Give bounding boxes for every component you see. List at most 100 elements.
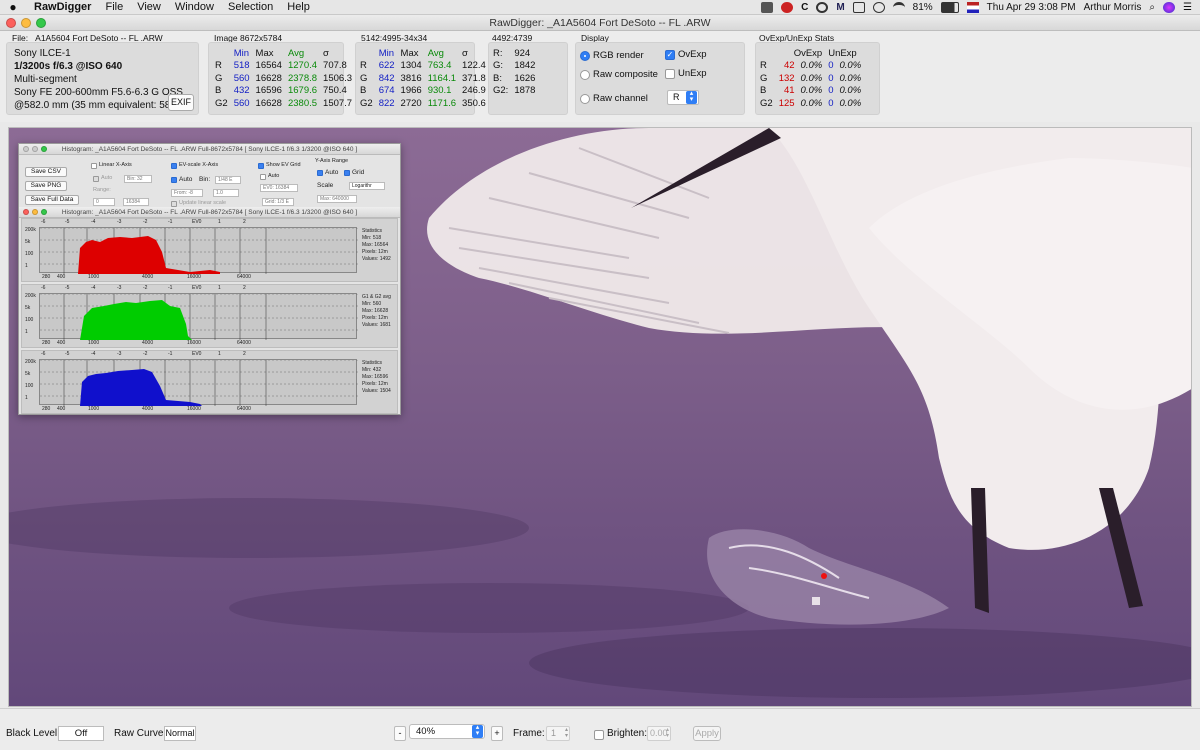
zoom-histogram-button[interactable] xyxy=(41,146,47,152)
x-axis-label: 280 xyxy=(42,274,51,280)
minimize-window-button[interactable] xyxy=(21,18,31,28)
ev-axis-label: EV0 xyxy=(192,351,202,357)
status-app-icon[interactable] xyxy=(761,2,774,13)
siri-icon[interactable] xyxy=(1163,2,1176,13)
histogram-window[interactable]: Histogram: _A1A5604 Fort DeSoto -- FL .A… xyxy=(18,143,401,415)
notification-center-icon[interactable]: ☰ xyxy=(1183,2,1192,13)
stat-cell: 122.4 xyxy=(462,60,486,72)
minimize-histogram-button[interactable] xyxy=(32,146,38,152)
save-csv-button[interactable]: Save CSV xyxy=(25,167,67,177)
ev-axis-label: -2 xyxy=(143,219,148,225)
apply-button[interactable]: Apply xyxy=(693,726,721,741)
stat-cell: 16564 xyxy=(255,60,282,72)
y-auto-checkbox[interactable] xyxy=(317,170,323,176)
water-splash xyxy=(707,529,949,625)
apple-menu-icon[interactable]: ● xyxy=(0,0,26,14)
ev-to-field[interactable]: 1.0 xyxy=(213,189,239,197)
airplay-icon[interactable] xyxy=(852,2,865,13)
linear-auto-checkbox[interactable] xyxy=(93,176,99,182)
x-axis-label: 64000 xyxy=(237,406,251,412)
scale-select[interactable]: Logarithr xyxy=(349,182,385,190)
menubar-clock[interactable]: Thu Apr 29 3:08 PM xyxy=(987,2,1076,13)
save-full-data-button[interactable]: Save Full Data xyxy=(25,195,79,205)
status-record-icon[interactable] xyxy=(781,2,794,13)
ovexp-checkbox[interactable]: ✓ xyxy=(665,50,675,60)
unexp-pct: 0.0% xyxy=(839,72,862,84)
raw-channel-select[interactable]: R ▴ ▾ xyxy=(667,90,699,105)
status-c-icon[interactable]: C xyxy=(801,2,808,13)
raw-channel-label[interactable]: Raw channel xyxy=(593,93,648,104)
ev-grid-auto-checkbox[interactable] xyxy=(260,174,266,180)
menu-selection[interactable]: Selection xyxy=(221,1,280,13)
raw-composite-radio[interactable] xyxy=(580,70,590,80)
frame-stepper[interactable]: 1 ▴ ▾ xyxy=(546,726,570,741)
menu-view[interactable]: View xyxy=(130,1,168,13)
selection-stats-panel: 5142:4995-34x34 Min Max Avg σ R 622 1304 763.4… xyxy=(355,31,486,122)
x-axis-label: 4000 xyxy=(142,406,154,412)
menubar-user[interactable]: Arthur Morris xyxy=(1084,2,1142,13)
ev-x-checkbox[interactable] xyxy=(171,163,177,169)
ovexp-label[interactable]: OvExp xyxy=(678,49,707,60)
y-max-field[interactable]: Max: 640000 xyxy=(317,195,357,203)
x-axis-label: 400 xyxy=(57,340,66,346)
brighten-stepper[interactable]: 0.00 ▴ ▾ xyxy=(647,726,671,741)
close-histogram2-button[interactable] xyxy=(23,209,29,215)
ev0-field[interactable]: EV0: 16384 xyxy=(260,184,298,192)
minimize-histogram2-button[interactable] xyxy=(32,209,38,215)
zoom-out-button[interactable]: - xyxy=(394,726,406,741)
stat-cell: 707.8 xyxy=(323,60,347,72)
ev-from-field[interactable]: From: -8 xyxy=(171,189,203,197)
raw-curve-select[interactable]: Normal xyxy=(164,726,196,741)
menu-window[interactable]: Window xyxy=(168,1,221,13)
stepper-arrows-icon: ▴ ▾ xyxy=(564,727,568,739)
close-window-button[interactable] xyxy=(6,18,16,28)
range-from-field[interactable]: 0 xyxy=(93,198,115,206)
zoom-window-button[interactable] xyxy=(36,18,46,28)
raw-channel-radio[interactable] xyxy=(580,94,590,104)
linear-x-checkbox[interactable] xyxy=(91,163,97,169)
raw-channel-value: R xyxy=(673,92,680,102)
flag-icon[interactable] xyxy=(966,2,979,13)
bin-select[interactable]: 1/48 E xyxy=(215,176,241,184)
zoom-in-button[interactable]: + xyxy=(491,726,503,741)
range-to-field[interactable]: 16384 xyxy=(123,198,149,206)
menu-help[interactable]: Help xyxy=(280,1,317,13)
close-histogram-button[interactable] xyxy=(23,146,29,152)
status-m-icon[interactable]: M xyxy=(836,2,844,13)
exif-button[interactable]: EXIF xyxy=(168,94,194,111)
grid-select[interactable]: Grid: 1/3 E xyxy=(262,198,294,206)
histogram-statistics: G1 & G2 avg Min: 560 Max: 16628 Pixels: … xyxy=(362,294,391,328)
window-title: RawDigger: _A1A5604 Fort DeSoto -- FL .A… xyxy=(489,17,711,29)
menu-app[interactable]: RawDigger xyxy=(26,1,98,13)
status-circle-icon[interactable] xyxy=(816,2,829,13)
ev-axis-label: -3 xyxy=(117,285,122,291)
histogram-titlebar-back[interactable]: Histogram: _A1A5604 Fort DeSoto -- FL .A… xyxy=(19,144,400,155)
zoom-select[interactable]: 40% ▴ ▾ xyxy=(409,724,485,739)
bin-label: Bin: xyxy=(199,176,211,183)
linear-bin-field[interactable]: Bin: 32 xyxy=(124,175,152,183)
rgb-render-label[interactable]: RGB render xyxy=(593,50,644,61)
ev-auto-checkbox[interactable] xyxy=(171,177,177,183)
raw-composite-label[interactable]: Raw composite xyxy=(593,69,658,80)
histogram-titlebar-front[interactable]: Histogram: _A1A5604 Fort DeSoto -- FL .A… xyxy=(19,207,400,218)
rgb-render-radio[interactable] xyxy=(580,51,590,61)
y-grid-checkbox[interactable] xyxy=(344,170,350,176)
unexp-label[interactable]: UnExp xyxy=(678,68,707,79)
histogram-plot[interactable] xyxy=(39,227,358,274)
zoom-histogram2-button[interactable] xyxy=(41,209,47,215)
spotlight-search-icon[interactable]: ⌕ xyxy=(1149,2,1155,13)
sync-icon[interactable] xyxy=(872,2,885,13)
wifi-icon[interactable] xyxy=(892,2,905,13)
menu-file[interactable]: File xyxy=(98,1,130,13)
black-level-field[interactable]: Off xyxy=(58,726,104,741)
histogram-plot[interactable] xyxy=(39,359,358,406)
battery-icon[interactable] xyxy=(940,2,959,13)
unexp-checkbox[interactable] xyxy=(665,69,675,79)
save-png-button[interactable]: Save PNG xyxy=(25,181,67,191)
show-ev-grid-checkbox[interactable] xyxy=(258,163,264,169)
histogram-plot[interactable] xyxy=(39,293,358,340)
y-axis-label: 200k xyxy=(25,293,36,299)
brighten-checkbox[interactable] xyxy=(594,730,604,740)
col-sigma: σ xyxy=(462,47,468,59)
pixel-channel: G: xyxy=(493,60,504,72)
